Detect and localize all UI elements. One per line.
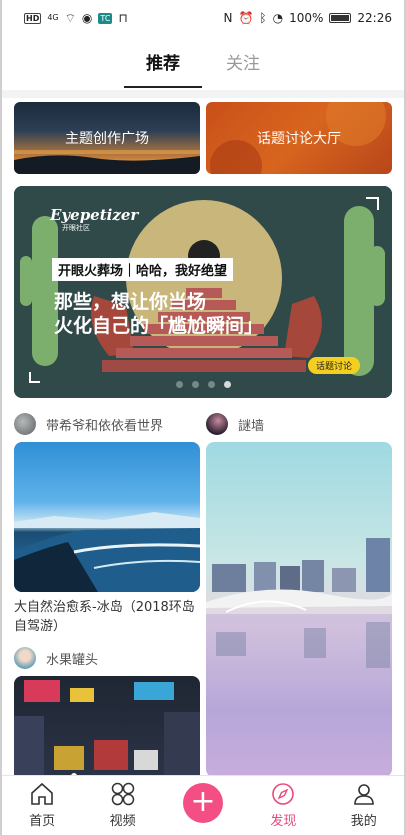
banner-headline-1: 那些，想让你当场 (54, 291, 207, 313)
city-bridge-photo[interactable] (206, 442, 392, 777)
category-label-topic: 话题讨论大厅 (257, 131, 341, 147)
banner-tag: 开眼火葬场｜哈哈，我好绝望 (52, 258, 234, 281)
status-bar: HD 4G ⌔ ◉ TC ⊓ N ⏰ ᛒ ◔ 100% 22:26 (2, 0, 404, 36)
bottom-nav: 首页 视频 + 发现 我的 (2, 775, 404, 835)
banner-brand-sub: 开眼社区 (62, 224, 90, 232)
category-card-theme[interactable]: 主题创作广场 (14, 102, 200, 174)
compass-icon (269, 780, 297, 808)
city-night-street-photo[interactable] (14, 676, 200, 786)
street-scene (14, 680, 200, 786)
grid-icon (109, 780, 137, 808)
nav-home[interactable]: 首页 (12, 780, 72, 829)
tabs-divider (2, 90, 404, 98)
feed: 带希爷和依依看世界 大自然治愈系-冰岛（2018环岛自驾游） 水果罐头 謎墙 (2, 412, 404, 786)
nfc-icon: N (223, 11, 233, 25)
featured-banner[interactable]: Eyepetizer 开眼社区 开眼火葬场｜哈哈，我好绝望 那些，想让你当场 火… (14, 186, 392, 398)
pager-dot[interactable] (207, 381, 215, 388)
home-icon (28, 780, 56, 808)
category-card-topic[interactable]: 话题讨论大厅 (206, 102, 392, 174)
feed-column-left: 带希爷和依依看世界 大自然治愈系-冰岛（2018环岛自驾游） 水果罐头 (14, 412, 200, 786)
status-right: N ⏰ ᛒ ◔ 100% 22:26 (223, 11, 392, 25)
bluetooth-icon: ᛒ (259, 11, 267, 25)
category-label-theme: 主题创作广场 (65, 131, 149, 147)
avatar[interactable] (14, 647, 36, 669)
nav-label: 首页 (29, 814, 56, 829)
tab-follow[interactable]: 关注 (226, 49, 260, 88)
tag-icon: ⊓ (118, 11, 128, 25)
avatar[interactable] (14, 413, 36, 435)
status-left: HD 4G ⌔ ◉ TC ⊓ (24, 12, 128, 24)
alarm-icon: ⏰ (238, 11, 254, 25)
pager-dot-active[interactable] (223, 381, 231, 388)
network-label: 4G (47, 13, 59, 22)
city-scene (206, 538, 392, 777)
banner-brand: Eyepetizer (50, 206, 139, 224)
user-icon (350, 780, 378, 808)
post-title[interactable]: 大自然治愈系-冰岛（2018环岛自驾游） (14, 598, 200, 636)
nav-label: 视频 (109, 814, 136, 829)
wifi-icon: ⌔ (64, 11, 76, 25)
nav-video[interactable]: 视频 (93, 780, 153, 829)
top-tabs: 推荐 关注 (2, 36, 404, 88)
post-author[interactable]: 带希爷和依依看世界 (14, 412, 200, 436)
author-name: 謎墙 (238, 418, 265, 434)
app-badge: TC (98, 12, 113, 24)
iceland-scene (14, 512, 200, 592)
pager-dot[interactable] (175, 381, 183, 388)
feed-column-right: 謎墙 (206, 412, 392, 786)
banner-pager (14, 381, 392, 388)
banner-headline-2: 火化自己的「尴尬瞬间」 (54, 315, 264, 337)
tab-recommend[interactable]: 推荐 (124, 49, 202, 88)
post-author[interactable]: 謎墙 (206, 412, 392, 436)
battery-icon (329, 13, 352, 23)
eye-icon: ◉ (81, 11, 93, 25)
hd-badge: HD (24, 12, 42, 24)
post-author[interactable]: 水果罐头 (14, 646, 200, 670)
plus-icon[interactable]: + (182, 783, 223, 823)
battery-percent: 100% (289, 11, 324, 25)
iceland-sea-photo[interactable] (14, 442, 200, 592)
nav-label: 我的 (350, 814, 377, 829)
clock-time: 22:26 (357, 11, 392, 25)
nav-label: 发现 (270, 814, 297, 829)
author-name: 带希爷和依依看世界 (46, 418, 164, 434)
banner-badge[interactable]: 话题讨论 (307, 357, 360, 374)
nav-discover[interactable]: 发现 (253, 780, 313, 829)
author-name: 水果罐头 (46, 652, 99, 668)
nav-publish[interactable]: + (173, 783, 233, 829)
pager-dot[interactable] (191, 381, 199, 388)
speed-icon: ◔ (272, 11, 284, 25)
app-screen: HD 4G ⌔ ◉ TC ⊓ N ⏰ ᛒ ◔ 100% 22:26 推荐 关注 (0, 0, 406, 835)
avatar[interactable] (206, 413, 228, 435)
category-cards: 主题创作广场 话题讨论大厅 (2, 98, 404, 174)
nav-me[interactable]: 我的 (334, 780, 394, 829)
